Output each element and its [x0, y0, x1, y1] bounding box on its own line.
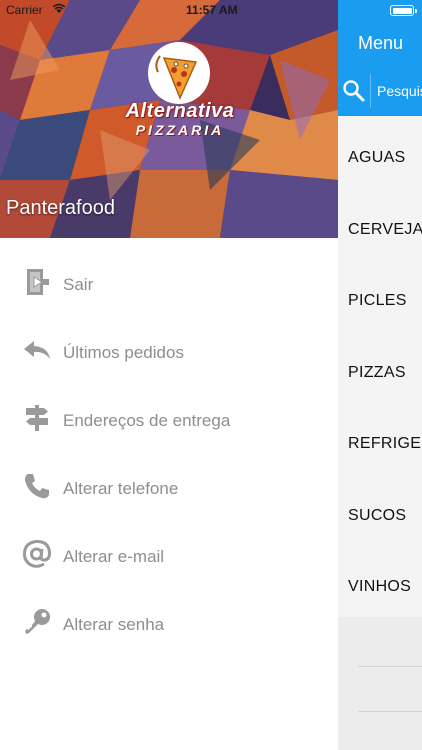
wifi-icon	[52, 3, 66, 13]
battery-icon	[390, 5, 417, 16]
username-label: Panterafood	[6, 197, 115, 219]
logo-wordmark: Alternativa	[125, 100, 235, 122]
category-item-aguas[interactable]: AGUAS	[338, 116, 422, 188]
row-separator	[358, 666, 422, 667]
drawer-menu: Sair Últimos pedidos Endereços de entreg…	[0, 250, 338, 658]
menu-item-alterar-email[interactable]: Alterar e-mail	[0, 522, 338, 590]
pizza-mascot-icon	[155, 55, 198, 100]
search-bar: Pesquisar	[338, 66, 422, 116]
drawer-header: Alternativa PIZZARIA Panterafood	[0, 0, 338, 238]
menu-item-label: Alterar senha	[63, 615, 165, 634]
phone-icon	[25, 474, 49, 499]
menu-item-enderecos[interactable]: Endereços de entrega	[0, 386, 338, 454]
empty-list-area	[338, 622, 422, 750]
category-item-cervejas[interactable]: CERVEJAS	[338, 188, 422, 260]
category-item-pizzas[interactable]: PIZZAS	[338, 331, 422, 403]
category-item-vinhos[interactable]: VINHOS	[338, 545, 422, 617]
category-label: REFRIGERANTES	[348, 435, 422, 452]
category-item-sucos[interactable]: SUCOS	[338, 474, 422, 546]
reply-arrow-icon	[24, 341, 50, 359]
menu-item-alterar-telefone[interactable]: Alterar telefone	[0, 454, 338, 522]
carrier-label: Carrier	[6, 3, 43, 17]
category-label: PICLES	[348, 292, 407, 309]
menu-item-label: Últimos pedidos	[63, 343, 184, 362]
at-sign-icon	[22, 539, 52, 568]
category-label: PIZZAS	[348, 363, 406, 381]
search-icon[interactable]	[342, 79, 366, 103]
status-bar: Carrier 11:57 AM	[0, 0, 422, 20]
search-input[interactable]: Pesquisar	[370, 74, 422, 108]
category-list: AGUAS CERVEJAS PICLES PIZZAS REFRIGERANT…	[338, 116, 422, 617]
menu-item-sair[interactable]: Sair	[0, 250, 338, 318]
category-label: CERVEJAS	[348, 220, 422, 238]
category-item-picles[interactable]: PICLES	[338, 259, 422, 331]
menu-item-label: Endereços de entrega	[63, 411, 231, 430]
row-separator	[358, 711, 422, 712]
pizzeria-logo: Alternativa PIZZARIA	[120, 38, 240, 148]
menu-item-label: Alterar telefone	[63, 479, 179, 498]
clock: 11:57 AM	[186, 3, 238, 17]
menu-item-label: Sair	[63, 275, 94, 294]
key-icon	[25, 609, 50, 634]
category-label: VINHOS	[348, 578, 412, 595]
side-drawer: Alternativa PIZZARIA Panterafood Sair Úl…	[0, 0, 338, 750]
category-label: AGUAS	[348, 149, 406, 166]
signpost-icon	[26, 405, 48, 431]
exit-door-icon	[27, 269, 49, 295]
logo-subtitle: PIZZARIA	[135, 122, 225, 138]
search-placeholder: Pesquisar	[377, 83, 422, 99]
page-title: Menu	[358, 33, 404, 53]
menu-item-label: Alterar e-mail	[63, 547, 165, 566]
category-item-refrigerantes[interactable]: REFRIGERANTES	[338, 402, 422, 474]
category-label: SUCOS	[348, 506, 407, 524]
menu-item-ultimos-pedidos[interactable]: Últimos pedidos	[0, 318, 338, 386]
main-screen: Menu Pesquisar AGUAS CERVEJAS PICLES PIZ…	[338, 0, 422, 750]
menu-item-alterar-senha[interactable]: Alterar senha	[0, 590, 338, 658]
